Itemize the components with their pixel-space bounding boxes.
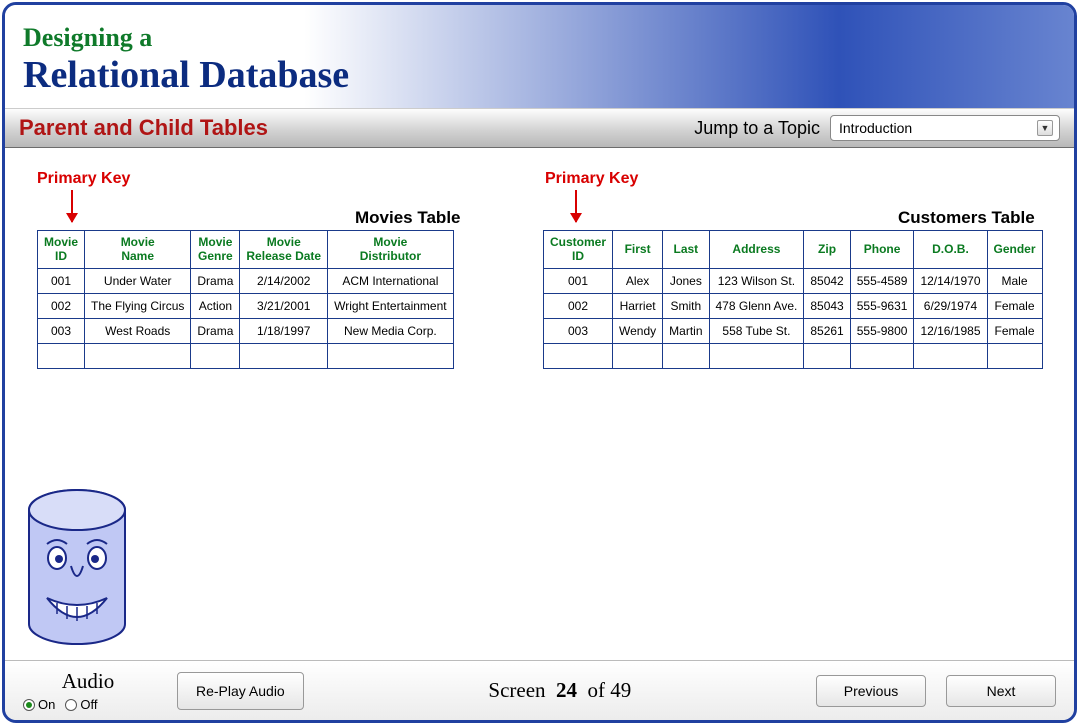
column-header: MovieGenre	[191, 231, 240, 269]
primary-key-label-left: Primary Key	[37, 170, 130, 188]
table-cell: Wendy	[613, 318, 663, 343]
table-cell: 001	[38, 268, 85, 293]
column-header: MovieName	[85, 231, 191, 269]
table-cell: 002	[38, 293, 85, 318]
audio-label: Audio	[23, 669, 153, 694]
table-cell: 555-9631	[850, 293, 914, 318]
movies-table: MovieIDMovieNameMovieGenreMovieRelease D…	[37, 230, 454, 369]
audio-on-radio[interactable]: On	[23, 697, 55, 712]
table-cell: 123 Wilson St.	[709, 268, 804, 293]
table-cell: Under Water	[85, 268, 191, 293]
table-cell: Drama	[191, 268, 240, 293]
table-cell: Jones	[663, 268, 709, 293]
table-cell: 12/16/1985	[914, 318, 987, 343]
table-cell: 555-4589	[850, 268, 914, 293]
table-cell: Alex	[613, 268, 663, 293]
table-row	[38, 343, 454, 368]
table-row: 003WendyMartin558 Tube St.85261555-98001…	[544, 318, 1043, 343]
table-cell: Action	[191, 293, 240, 318]
table-cell: 555-9800	[850, 318, 914, 343]
column-header: MovieRelease Date	[240, 231, 328, 269]
content-area: Primary Key Primary Key Movies Table Cus…	[5, 148, 1074, 654]
table-cell: New Media Corp.	[328, 318, 454, 343]
table-cell: 002	[544, 293, 613, 318]
table-row: 002HarrietSmith478 Glenn Ave.85043555-96…	[544, 293, 1043, 318]
table-cell: 85261	[804, 318, 850, 343]
table-cell: 558 Tube St.	[709, 318, 804, 343]
table-cell: Female	[987, 293, 1042, 318]
customers-table-title: Customers Table	[898, 208, 1035, 228]
table-cell: The Flying Circus	[85, 293, 191, 318]
table-row: 003West RoadsDrama1/18/1997New Media Cor…	[38, 318, 454, 343]
title-line1: Designing a	[23, 23, 1056, 53]
previous-button[interactable]: Previous	[816, 675, 926, 707]
table-row: 001Under WaterDrama2/14/2002ACM Internat…	[38, 268, 454, 293]
topic-title: Parent and Child Tables	[19, 115, 268, 141]
table-cell: 003	[38, 318, 85, 343]
audio-off-radio[interactable]: Off	[65, 697, 97, 712]
column-header: Gender	[987, 231, 1042, 269]
column-header: MovieDistributor	[328, 231, 454, 269]
table-cell: 3/21/2001	[240, 293, 328, 318]
table-cell: ACM International	[328, 268, 454, 293]
table-cell: Martin	[663, 318, 709, 343]
header: Designing a Relational Database	[5, 5, 1074, 108]
movies-table-title: Movies Table	[355, 208, 461, 228]
table-cell: Wright Entertainment	[328, 293, 454, 318]
database-mascot-icon	[17, 486, 137, 648]
column-header: Phone	[850, 231, 914, 269]
column-header: Zip	[804, 231, 850, 269]
next-button[interactable]: Next	[946, 675, 1056, 707]
table-row: 002The Flying CircusAction3/21/2001Wrigh…	[38, 293, 454, 318]
table-cell: West Roads	[85, 318, 191, 343]
column-header: Last	[663, 231, 709, 269]
table-cell: 85042	[804, 268, 850, 293]
table-cell: Harriet	[613, 293, 663, 318]
table-cell: Male	[987, 268, 1042, 293]
radio-icon	[65, 699, 77, 711]
screen-indicator: Screen 24 of 49	[304, 678, 816, 703]
table-cell: Drama	[191, 318, 240, 343]
arrow-down-icon	[575, 190, 577, 222]
chevron-down-icon: ▼	[1037, 120, 1053, 136]
title-line2: Relational Database	[23, 53, 1056, 97]
table-cell: 1/18/1997	[240, 318, 328, 343]
column-header: D.O.B.	[914, 231, 987, 269]
column-header: MovieID	[38, 231, 85, 269]
replay-audio-button[interactable]: Re-Play Audio	[177, 672, 304, 710]
jump-label: Jump to a Topic	[694, 118, 820, 139]
table-cell: 003	[544, 318, 613, 343]
table-cell: Smith	[663, 293, 709, 318]
table-cell: Female	[987, 318, 1042, 343]
table-cell: 478 Glenn Ave.	[709, 293, 804, 318]
table-cell: 6/29/1974	[914, 293, 987, 318]
footer-bar: Audio On Off Re-Play Audio Screen 24 of …	[5, 660, 1074, 720]
column-header: CustomerID	[544, 231, 613, 269]
topic-bar: Parent and Child Tables Jump to a Topic …	[5, 108, 1074, 148]
table-cell: 12/14/1970	[914, 268, 987, 293]
primary-key-label-right: Primary Key	[545, 170, 638, 188]
arrow-down-icon	[71, 190, 73, 222]
jump-selected-value: Introduction	[839, 120, 912, 136]
column-header: First	[613, 231, 663, 269]
table-cell: 001	[544, 268, 613, 293]
column-header: Address	[709, 231, 804, 269]
table-cell: 85043	[804, 293, 850, 318]
radio-icon	[23, 699, 35, 711]
table-cell: 2/14/2002	[240, 268, 328, 293]
jump-topic-select[interactable]: Introduction ▼	[830, 115, 1060, 141]
table-row: 001AlexJones123 Wilson St.85042555-45891…	[544, 268, 1043, 293]
table-row	[544, 343, 1043, 368]
customers-table: CustomerIDFirstLastAddressZipPhoneD.O.B.…	[543, 230, 1043, 369]
